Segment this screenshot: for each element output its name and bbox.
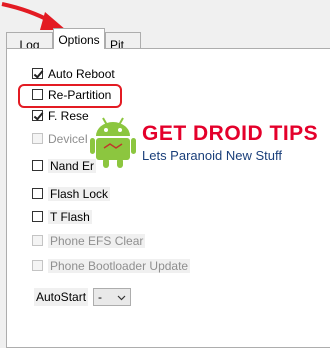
tab-options[interactable]: Options bbox=[53, 28, 105, 49]
option-nand-erase[interactable]: Nand Er bbox=[32, 157, 97, 174]
auto-reboot-label: Auto Reboot bbox=[48, 66, 115, 81]
device-info-checkbox bbox=[32, 133, 43, 144]
option-phone-bootloader-update: Phone Bootloader Update bbox=[32, 257, 191, 274]
option-f-reset-time[interactable]: F. Rese bbox=[32, 107, 89, 124]
phone-bootloader-update-checkbox bbox=[32, 260, 43, 271]
option-t-flash[interactable]: T Flash bbox=[32, 208, 92, 225]
f-reset-label: F. Rese bbox=[48, 108, 89, 123]
f-reset-checkbox[interactable] bbox=[32, 110, 43, 121]
autostart-select[interactable]: - bbox=[93, 288, 132, 306]
autostart-select-value: - bbox=[98, 290, 103, 304]
watermark-text: GET DROID TIPS Lets Paranoid New Stuff bbox=[142, 122, 318, 163]
phone-efs-clear-label: Phone EFS Clear bbox=[48, 233, 146, 248]
device-info-label: DeviceI bbox=[48, 131, 89, 146]
phone-bootloader-update-label: Phone Bootloader Update bbox=[48, 258, 191, 273]
watermark: GET DROID TIPS Lets Paranoid New Stuff bbox=[90, 112, 330, 172]
nand-erase-checkbox[interactable] bbox=[32, 160, 43, 171]
highlight-ring bbox=[18, 84, 122, 108]
option-flash-lock[interactable]: Flash Lock bbox=[32, 185, 111, 202]
chevron-down-icon bbox=[117, 295, 126, 301]
flash-lock-label: Flash Lock bbox=[48, 186, 111, 201]
autostart-label: AutoStart bbox=[34, 288, 89, 306]
tab-options-label: Options bbox=[58, 33, 100, 47]
phone-efs-clear-checkbox bbox=[32, 235, 43, 246]
android-robot-icon bbox=[90, 117, 136, 168]
nand-erase-label: Nand Er bbox=[48, 158, 97, 173]
watermark-title: GET DROID TIPS bbox=[142, 121, 319, 145]
watermark-subtitle: Lets Paranoid New Stuff bbox=[142, 147, 282, 163]
t-flash-checkbox[interactable] bbox=[32, 211, 43, 222]
flash-lock-checkbox[interactable] bbox=[32, 188, 43, 199]
autostart-row: AutoStart - bbox=[34, 288, 132, 306]
option-auto-reboot[interactable]: Auto Reboot bbox=[32, 65, 115, 82]
option-device-info: DeviceI bbox=[32, 130, 88, 147]
t-flash-label: T Flash bbox=[48, 209, 92, 224]
auto-reboot-checkbox[interactable] bbox=[32, 68, 43, 79]
tab-pit[interactable]: Pit bbox=[105, 32, 141, 52]
option-phone-efs-clear: Phone EFS Clear bbox=[32, 232, 146, 249]
